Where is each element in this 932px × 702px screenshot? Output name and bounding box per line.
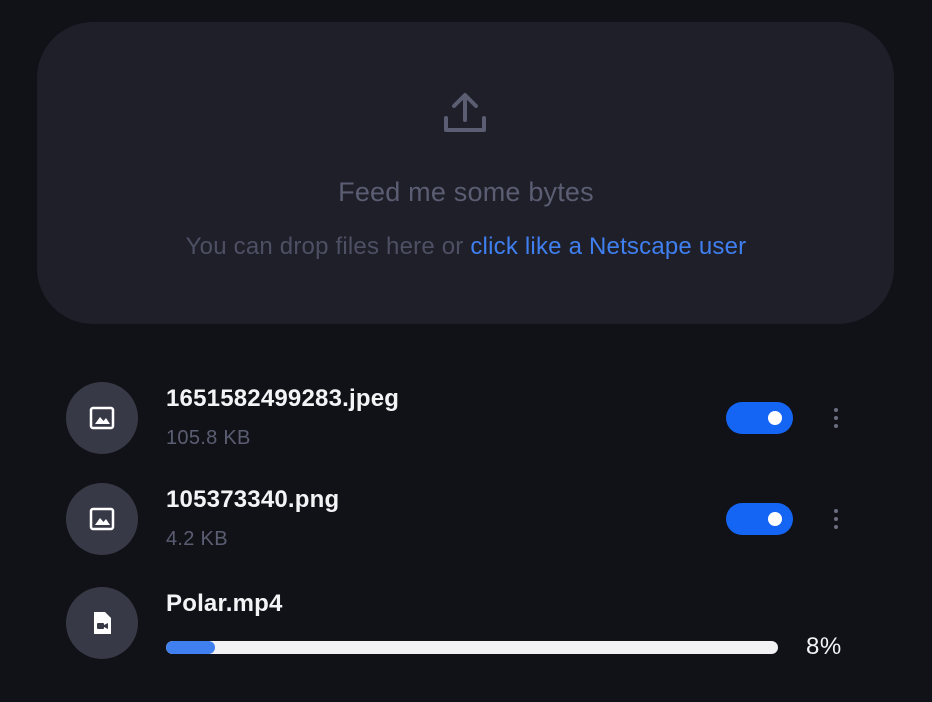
video-file-icon	[94, 612, 111, 634]
file-size: 105.8 KB	[166, 427, 251, 449]
file-list-item: Polar.mp4 8%	[0, 587, 932, 667]
file-toggle[interactable]	[726, 402, 793, 434]
toggle-knob	[768, 411, 782, 425]
upload-progress-label: 8%	[806, 633, 842, 660]
file-name: 105373340.png	[166, 486, 340, 513]
file-thumbnail	[66, 483, 138, 555]
image-icon	[89, 406, 115, 430]
upload-progress-fill	[166, 641, 215, 654]
toggle-knob	[768, 512, 782, 526]
dropzone-subtitle: You can drop files here or click like a …	[0, 233, 932, 261]
dropzone-title: Feed me some bytes	[338, 177, 594, 207]
file-size: 4.2 KB	[166, 528, 228, 550]
file-thumbnail	[66, 587, 138, 659]
dropzone-subtitle-prefix: You can drop files here or	[185, 233, 471, 260]
file-toggle[interactable]	[726, 503, 793, 535]
more-options-icon[interactable]	[826, 406, 846, 430]
file-name: 1651582499283.jpeg	[166, 385, 400, 412]
more-options-icon[interactable]	[826, 507, 846, 531]
file-thumbnail	[66, 382, 138, 454]
browse-files-link[interactable]: click like a Netscape user	[470, 233, 746, 260]
file-name: Polar.mp4	[166, 590, 283, 617]
file-list-item: 1651582499283.jpeg 105.8 KB	[0, 382, 932, 462]
upload-icon	[444, 93, 486, 132]
image-icon	[89, 507, 115, 531]
file-dropzone[interactable]	[37, 22, 894, 324]
file-list-item: 105373340.png 4.2 KB	[0, 483, 932, 563]
upload-progress-bar	[166, 641, 778, 654]
